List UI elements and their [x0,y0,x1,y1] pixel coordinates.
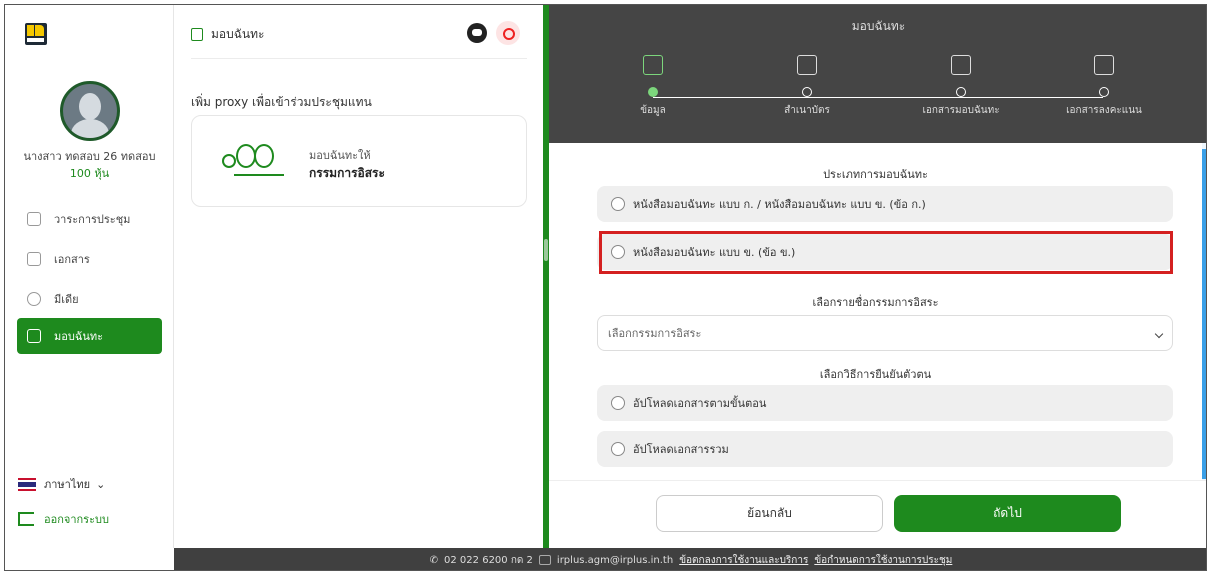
people-group-icon [222,142,288,182]
bottom-left-blank [5,548,174,570]
option-label: หนังสือมอบฉันทะ แบบ ก. / หนังสือมอบฉันทะ… [633,198,926,211]
language-label: ภาษาไทย [44,478,91,491]
verify-option-combined[interactable]: อัปโหลดเอกสารรวม [597,431,1173,467]
scrollbar[interactable] [1202,143,1206,480]
sidebar-item-media[interactable]: มีเดีย [17,281,162,317]
agenda-icon [27,212,41,226]
vote-icon [1094,55,1114,75]
proxy-form-icon [951,55,971,75]
sidebar-item-label: เอกสาร [54,253,90,266]
step-dot [802,87,812,97]
back-button[interactable]: ย้อนกลับ [656,495,883,532]
card-caption: มอบฉันทะให้ [309,149,371,162]
radio-button[interactable] [611,197,625,211]
media-icon [27,292,41,306]
chevron-down-icon [1154,329,1164,339]
select-placeholder: เลือกกรรมการอิสระ [608,327,702,340]
panel-header: มอบฉันทะ [191,25,264,44]
sidebar-item-label: วาระการประชุม [54,213,131,226]
radio-button[interactable] [611,396,625,410]
step-label: เอกสารมอบฉันทะ [922,105,1000,116]
proxy-doc-icon [191,28,203,41]
proxy-form-panel: มอบฉันทะ ข้อมูล สำเนาบัตร เอกสารมอบฉันทะ [549,5,1206,548]
user-name: นางสาว ทดสอบ 26 ทดสอบ [23,150,156,163]
panel-title: มอบฉันทะ [211,27,265,41]
mail-icon [538,555,551,565]
irplus-logo [25,23,47,45]
step-vote-doc: เอกสารลงคะแนน [1029,55,1179,118]
footer-phone: 02 022 6200 กด 2 [444,554,533,566]
chat-icon[interactable] [467,23,487,43]
proxy-list-panel: มอบฉันทะ เพิ่ม proxy เพื่อเข้าร่วมประชุม… [174,5,543,548]
sidebar: นางสาว ทดสอบ 26 ทดสอบ 100 หุ้น วาระการปร… [5,5,174,548]
app-frame: นางสาว ทดสอบ 26 ทดสอบ 100 หุ้น วาระการปร… [4,4,1207,571]
form-footer: ย้อนกลับ ถัดไป [549,480,1206,548]
verify-method-title: เลือกวิธีการยืนยันตัวตน [819,368,932,381]
step-dot [956,87,966,97]
live-icon[interactable] [496,21,520,45]
step-proxy-doc: เอกสารมอบฉันทะ [886,55,1036,118]
terms-link[interactable]: ข้อตกลงการใช้งานและบริการ [679,553,808,568]
scrollbar-thumb[interactable] [1202,149,1206,479]
logout-icon [18,512,34,526]
option-label: อัปโหลดเอกสารตามขั้นตอน [633,397,767,410]
director-select[interactable]: เลือกกรรมการอิสระ [597,315,1173,351]
proxy-section-title: เพิ่ม proxy เพื่อเข้าร่วมประชุมแทน [191,95,372,109]
meeting-terms-link[interactable]: ข้อกำหนดการใช้งานการประชุม [814,553,952,568]
proxy-doc-icon [27,329,41,343]
step-label: สำเนาบัตร [784,105,830,116]
step-dot [1099,87,1109,97]
next-button[interactable]: ถัดไป [894,495,1121,532]
logout-label: ออกจากระบบ [44,513,109,526]
verify-option-steps[interactable]: อัปโหลดเอกสารตามขั้นตอน [597,385,1173,421]
independent-director-card[interactable]: มอบฉันทะให้ กรรมการอิสระ [191,115,527,207]
radio-button[interactable] [611,245,625,259]
logout-button[interactable]: ออกจากระบบ [18,510,109,528]
sidebar-item-label: มีเดีย [54,293,79,306]
id-card-icon [797,55,817,75]
sidebar-item-documents[interactable]: เอกสาร [17,241,162,277]
director-select-title: เลือกรายชื่อกรรมการอิสระ [812,296,939,309]
radio-button[interactable] [611,442,625,456]
divider [191,58,527,59]
footer-email[interactable]: irplus.agm@irplus.in.th [557,555,673,566]
phone-icon: ✆ [429,554,439,566]
thai-flag-icon [18,477,36,491]
footer-bar: ✆ 02 022 6200 กด 2 irplus.agm@irplus.in.… [174,548,1206,570]
step-id-card: สำเนาบัตร [732,55,882,118]
avatar [60,81,120,141]
proxy-type-title: ประเภทการมอบฉันทะ [823,168,928,181]
chevron-down-icon: ⌄ [96,477,106,491]
folder-icon [27,252,41,266]
option-label: อัปโหลดเอกสารรวม [633,443,729,456]
step-label: ข้อมูล [640,105,666,116]
form-title: มอบฉันทะ [851,19,906,33]
step-dot [648,87,658,97]
step-label: เอกสารลงคะแนน [1066,105,1142,116]
proxy-type-option-b[interactable]: หนังสือมอบฉันทะ แบบ ข. (ข้อ ข.) [597,234,1173,270]
sidebar-item-label: มอบฉันทะ [54,330,104,343]
proxy-type-option-a[interactable]: หนังสือมอบฉันทะ แบบ ก. / หนังสือมอบฉันทะ… [597,186,1173,222]
clipboard-icon [643,55,663,75]
form-header: มอบฉันทะ ข้อมูล สำเนาบัตร เอกสารมอบฉันทะ [549,5,1206,143]
sidebar-item-proxy[interactable]: มอบฉันทะ [17,318,162,354]
user-shares: 100 หุ้น [69,167,110,180]
sidebar-item-agenda[interactable]: วาระการประชุม [17,201,162,237]
resize-handle[interactable] [544,239,548,261]
language-selector[interactable]: ภาษาไทย ⌄ [18,475,105,493]
step-info: ข้อมูล [578,55,728,118]
card-title: กรรมการอิสระ [309,166,385,180]
option-label: หนังสือมอบฉันทะ แบบ ข. (ข้อ ข.) [633,246,796,259]
